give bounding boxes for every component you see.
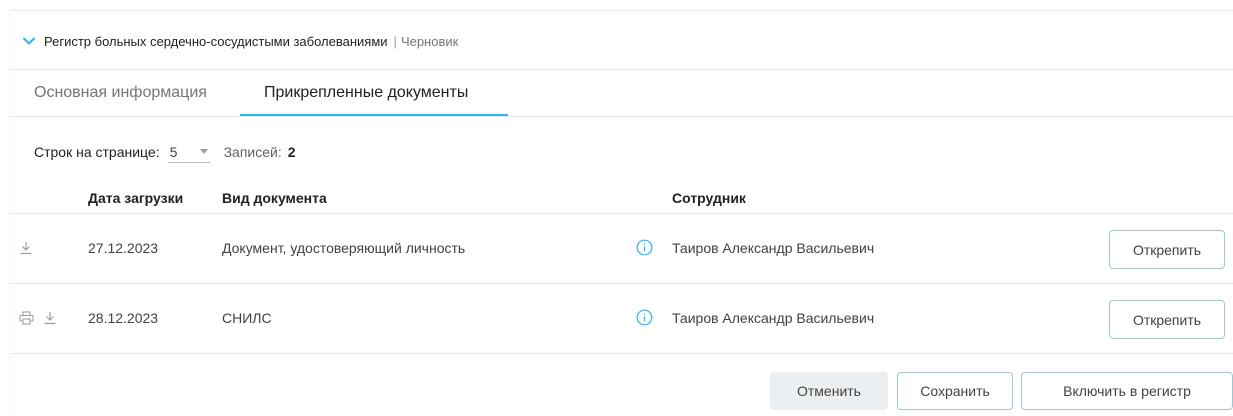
rows-per-page-label: Строк на странице:	[34, 144, 160, 160]
tab-attached-documents[interactable]: Прикрепленные документы	[240, 70, 508, 116]
tabs: Основная информация Прикрепленные докуме…	[10, 70, 508, 116]
panel-separator: |	[393, 33, 397, 49]
records-count: 2	[287, 144, 296, 160]
column-header-employee: Сотрудник	[672, 190, 746, 206]
documents-table: Дата загрузки Вид документа Сотрудник 27…	[10, 180, 1233, 354]
unpin-button[interactable]: Открепить	[1109, 300, 1225, 339]
download-icon[interactable]	[18, 240, 34, 256]
panel-title: Регистр больных сердечно-сосудистыми заб…	[44, 33, 388, 49]
rows-per-page-select[interactable]: 5	[167, 141, 210, 163]
table-row: 27.12.2023 Документ, удостоверяющий личн…	[10, 214, 1233, 284]
cancel-button[interactable]: Отменить	[770, 372, 888, 410]
pager: Строк на странице: 5 Записей: 2	[34, 140, 296, 164]
column-header-doc-type: Вид документа	[222, 190, 327, 206]
row-date: 28.12.2023	[88, 310, 159, 326]
include-in-register-button[interactable]: Включить в регистр	[1021, 372, 1233, 410]
column-header-date: Дата загрузки	[88, 190, 184, 206]
save-button[interactable]: Сохранить	[897, 372, 1013, 410]
rows-per-page-value: 5	[169, 143, 178, 160]
row-date: 27.12.2023	[88, 240, 159, 256]
tabs-divider	[10, 116, 1233, 117]
tab-label: Основная информация	[34, 84, 207, 101]
row-doc-type: Документ, удостоверяющий личность	[222, 240, 466, 256]
row-employee: Таиров Александр Васильевич	[672, 310, 875, 326]
records-label: Записей:	[223, 144, 282, 160]
print-icon[interactable]	[18, 310, 34, 326]
panel-status: Черновик	[400, 33, 459, 49]
caret-down-icon	[199, 149, 208, 154]
footer-actions: Отменить Сохранить Включить в регистр	[10, 372, 1233, 416]
table-row: 28.12.2023 СНИЛС Таиров Александр Василь…	[10, 284, 1233, 354]
tab-label: Прикрепленные документы	[264, 84, 469, 101]
row-employee: Таиров Александр Васильевич	[672, 240, 875, 256]
info-icon[interactable]	[636, 239, 653, 256]
chevron-down-icon[interactable]	[22, 34, 36, 48]
unpin-button[interactable]: Открепить	[1109, 230, 1225, 269]
info-icon[interactable]	[636, 309, 653, 326]
download-icon[interactable]	[42, 310, 58, 326]
tab-main-info[interactable]: Основная информация	[10, 70, 240, 116]
row-doc-type: СНИЛС	[222, 310, 272, 326]
panel-header[interactable]: Регистр больных сердечно-сосудистыми заб…	[10, 26, 458, 56]
table-header: Дата загрузки Вид документа Сотрудник	[10, 180, 1233, 214]
